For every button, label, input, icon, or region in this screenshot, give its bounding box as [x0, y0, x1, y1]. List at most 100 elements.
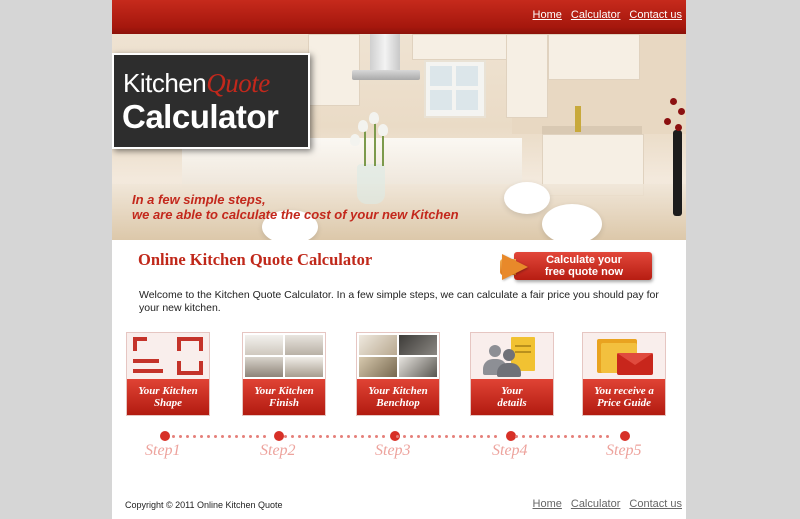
timeline-dot	[298, 435, 301, 438]
step-caption-line1: Your	[501, 385, 523, 397]
step-card-shape[interactable]: Your Kitchen Shape	[126, 332, 210, 416]
step-caption-line1: You receive a	[594, 385, 654, 397]
timeline-dot	[487, 435, 490, 438]
timeline-dot	[564, 435, 567, 438]
timeline-dot	[438, 435, 441, 438]
timeline-dot	[403, 435, 406, 438]
range-hood-base-image	[352, 70, 420, 80]
site-logo[interactable]: KitchenQuote Calculator	[112, 53, 310, 149]
timeline-marker-step1	[160, 431, 170, 441]
cta-label-line1: Calculate your	[546, 254, 622, 266]
page-container: Home Calculator Contact us KitchenQuote …	[112, 0, 686, 519]
timeline-dot	[452, 435, 455, 438]
timeline-dot	[312, 435, 315, 438]
timeline-dot	[193, 435, 196, 438]
timeline-dot	[522, 435, 525, 438]
hero-banner-image: KitchenQuote Calculator In a few simple …	[112, 34, 686, 240]
step-card-finish[interactable]: Your Kitchen Finish	[242, 332, 326, 416]
step-card-price-guide[interactable]: You receive a Price Guide	[582, 332, 666, 416]
timeline-dot	[319, 435, 322, 438]
timeline-dot	[382, 435, 385, 438]
top-nav: Home Calculator Contact us	[533, 9, 682, 21]
timeline-dot	[207, 435, 210, 438]
timeline-dot	[179, 435, 182, 438]
timeline-dot	[543, 435, 546, 438]
timeline-dot	[256, 435, 259, 438]
timeline-dot	[396, 435, 399, 438]
timeline-dot	[466, 435, 469, 438]
timeline-dot	[249, 435, 252, 438]
footer-contact-link[interactable]: Contact us	[629, 498, 682, 510]
timeline-dot	[361, 435, 364, 438]
timeline-dot	[459, 435, 462, 438]
kitchen-benchtop-thumbnail	[357, 333, 439, 379]
timeline-dot	[333, 435, 336, 438]
timeline-dot	[550, 435, 553, 438]
step-caption-line2: Benchtop	[376, 397, 420, 409]
copyright-text: Copyright © 2011 Online Kitchen Quote	[125, 500, 283, 510]
user-details-icon	[471, 333, 553, 379]
nav-home-link[interactable]: Home	[533, 9, 562, 21]
step-label: Step4	[492, 442, 528, 459]
step-label: Step1	[145, 442, 181, 459]
timeline-dot	[599, 435, 602, 438]
page-title: Online Kitchen Quote Calculator	[138, 250, 373, 269]
hero-tagline: In a few simple steps, we are able to ca…	[132, 192, 459, 222]
step-caption: Your details	[471, 379, 553, 415]
footer-calculator-link[interactable]: Calculator	[571, 498, 621, 510]
timeline-dot	[606, 435, 609, 438]
timeline-dot	[375, 435, 378, 438]
footer-nav: Home Calculator Contact us	[533, 498, 682, 510]
timeline-dot	[340, 435, 343, 438]
hero-tagline-line1: In a few simple steps,	[132, 192, 266, 207]
kitchen-shape-thumbnail	[127, 333, 209, 379]
timeline-dot	[536, 435, 539, 438]
timeline-dot	[592, 435, 595, 438]
logo-top-line: KitchenQuote	[123, 69, 270, 97]
step-caption: Your Kitchen Finish	[243, 379, 325, 415]
timeline-dot	[585, 435, 588, 438]
step-card-benchtop[interactable]: Your Kitchen Benchtop	[356, 332, 440, 416]
timeline-dot	[480, 435, 483, 438]
calculate-quote-button[interactable]: Calculate your free quote now	[500, 252, 652, 282]
footer-home-link[interactable]: Home	[533, 498, 562, 510]
step-caption: You receive a Price Guide	[583, 379, 665, 415]
step-card-details[interactable]: Your details	[470, 332, 554, 416]
logo-word-calculator: Calculator	[122, 98, 279, 135]
timeline-dot	[221, 435, 224, 438]
header-bar: Home Calculator Contact us	[112, 0, 686, 34]
step-caption-line2: Price Guide	[596, 397, 652, 409]
step-label: Step2	[260, 442, 296, 459]
nav-calculator-link[interactable]: Calculator	[571, 9, 621, 21]
timeline-dot	[305, 435, 308, 438]
timeline-dot	[172, 435, 175, 438]
timeline-dot	[326, 435, 329, 438]
step-caption-line1: Your Kitchen	[138, 385, 198, 397]
logo-word-kitchen: Kitchen	[123, 68, 207, 98]
step-caption: Your Kitchen Benchtop	[357, 379, 439, 415]
step-caption-line1: Your Kitchen	[368, 385, 428, 397]
timeline-dot	[200, 435, 203, 438]
price-guide-envelope-icon	[583, 333, 665, 379]
step-caption: Your Kitchen Shape	[127, 379, 209, 415]
step-caption-line1: Your Kitchen	[254, 385, 314, 397]
timeline-dot	[263, 435, 266, 438]
timeline-dot	[571, 435, 574, 438]
kitchen-finish-thumbnail	[243, 333, 325, 379]
timeline-dot	[417, 435, 420, 438]
timeline-dot	[445, 435, 448, 438]
timeline-dot	[431, 435, 434, 438]
timeline-dot	[368, 435, 371, 438]
hero-tagline-line2: we are able to calculate the cost of you…	[132, 207, 459, 222]
step-label: Step3	[375, 442, 411, 459]
step-caption-line2: details	[497, 397, 527, 409]
intro-paragraph: Welcome to the Kitchen Quote Calculator.…	[139, 289, 659, 314]
timeline-marker-step5	[620, 431, 630, 441]
timeline-dot	[354, 435, 357, 438]
timeline-dot	[515, 435, 518, 438]
timeline-dot	[242, 435, 245, 438]
cta-label-line2: free quote now	[544, 266, 624, 278]
timeline-dot	[291, 435, 294, 438]
step-caption-line2: Finish	[269, 397, 299, 409]
nav-contact-link[interactable]: Contact us	[629, 9, 682, 21]
